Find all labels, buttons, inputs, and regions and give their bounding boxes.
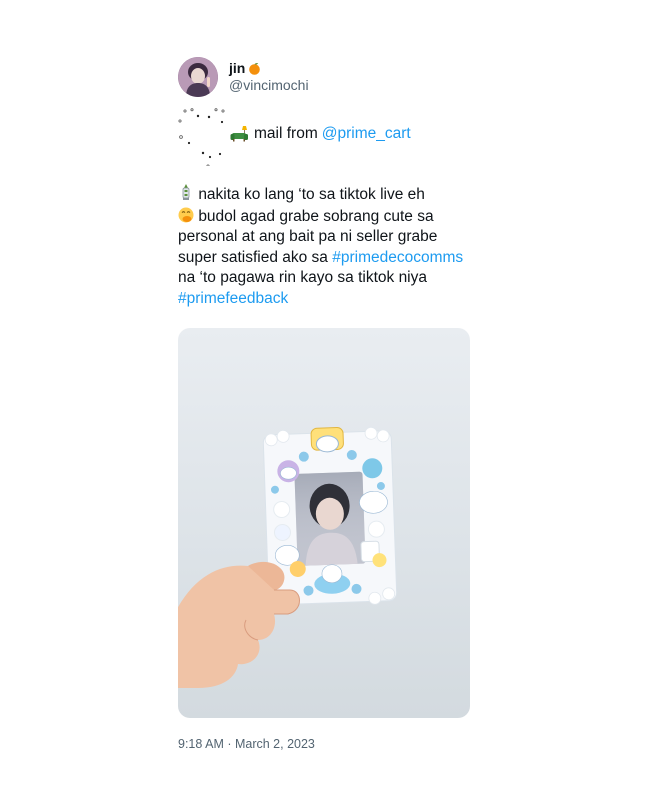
- avatar[interactable]: [178, 57, 218, 97]
- body-line-1: nakita ko lang ‘to sa tiktok live eh: [198, 186, 425, 203]
- tweet: jin @vincimochi mail from @prime_cart na…: [178, 56, 478, 309]
- tweet-timestamp[interactable]: 9:18 AM · March 2, 2023: [178, 737, 315, 751]
- mail-line: mail from @prime_cart: [230, 124, 411, 144]
- display-name-text[interactable]: jin: [229, 60, 245, 77]
- hashtag-primedecocomms[interactable]: #primedecocomms: [332, 249, 463, 266]
- hashtag-primefeedback[interactable]: #primefeedback: [178, 290, 288, 307]
- lantern-icon: [182, 184, 190, 200]
- hand-over-mouth-icon: [178, 207, 194, 222]
- orange-icon: [248, 62, 261, 75]
- dotted-heart-icon: [178, 108, 225, 166]
- tweet-text: nakita ko lang ‘to sa tiktok live eh bud…: [178, 184, 478, 309]
- display-name[interactable]: jin: [229, 60, 309, 77]
- sofa-icon: [230, 126, 248, 142]
- tweet-header: jin @vincimochi: [178, 56, 478, 98]
- mail-prefix: mail from: [254, 125, 318, 142]
- mail-line-row: mail from @prime_cart: [178, 108, 478, 166]
- mention-link[interactable]: @prime_cart: [322, 124, 411, 144]
- tweet-photo[interactable]: [178, 328, 470, 718]
- body-line-3: na ‘to pagawa rin kayo sa tiktok niya: [178, 269, 427, 286]
- photo-decoden-frame: [178, 426, 398, 688]
- user-handle[interactable]: @vincimochi: [229, 77, 309, 94]
- user-names: jin @vincimochi: [229, 60, 309, 94]
